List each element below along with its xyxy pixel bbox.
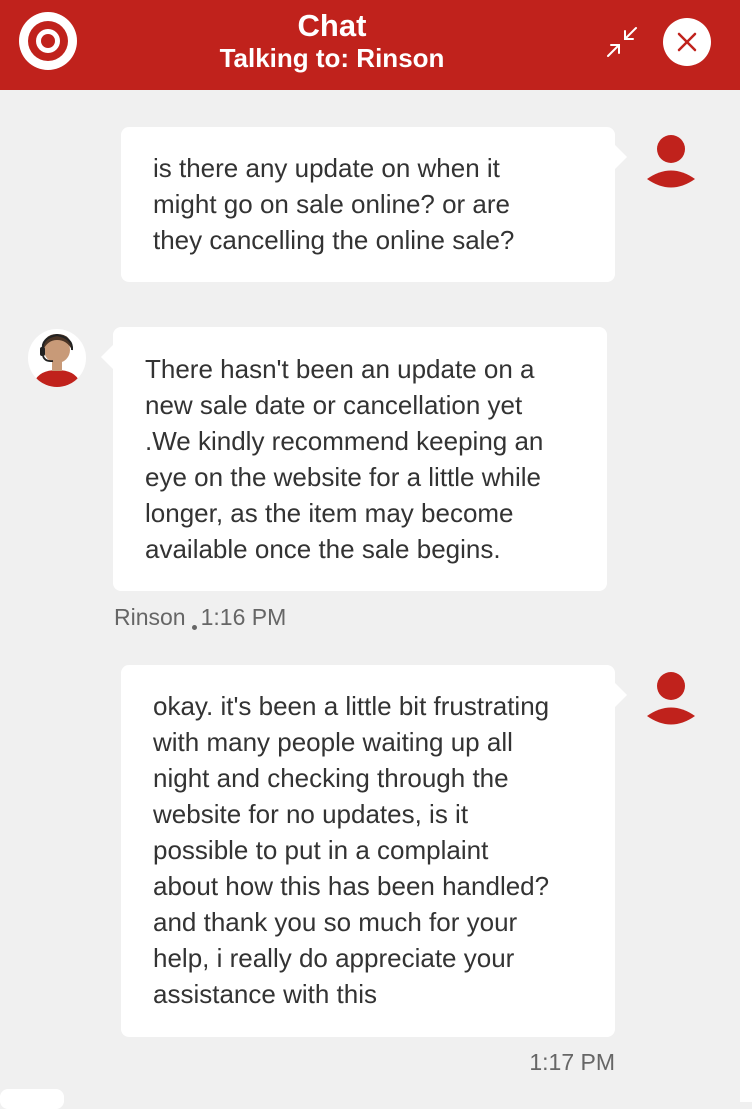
agent-message-time: 1:16 PM (200, 604, 287, 630)
close-button[interactable] (663, 18, 711, 66)
user-message-bubble: is there any update on when it might go … (121, 127, 627, 282)
agent-message-bubble: There hasn't been an update on a new sal… (101, 327, 607, 591)
agent-name: Rinson (114, 604, 186, 630)
collapse-arrows-icon (607, 27, 637, 57)
chat-subtitle: Talking to: Rinson (219, 43, 445, 73)
minimize-button[interactable] (604, 24, 640, 60)
chat-title: Chat (297, 8, 367, 43)
close-icon (677, 32, 697, 52)
user-avatar-icon (647, 672, 695, 725)
agent-avatar-icon (28, 329, 86, 387)
next-message-bubble (0, 1089, 64, 1109)
chat-header: Chat Talking to: Rinson (0, 0, 740, 90)
user-message-time: 1:17 PM (529, 1049, 615, 1075)
agent-message-meta: Rinson 1:16 PM (114, 602, 286, 632)
user-message-bubble: okay. it's been a little bit frustrating… (121, 665, 627, 1037)
user-avatar-icon (647, 135, 695, 188)
separator-dot (191, 625, 197, 630)
window-edge (740, 0, 752, 1102)
